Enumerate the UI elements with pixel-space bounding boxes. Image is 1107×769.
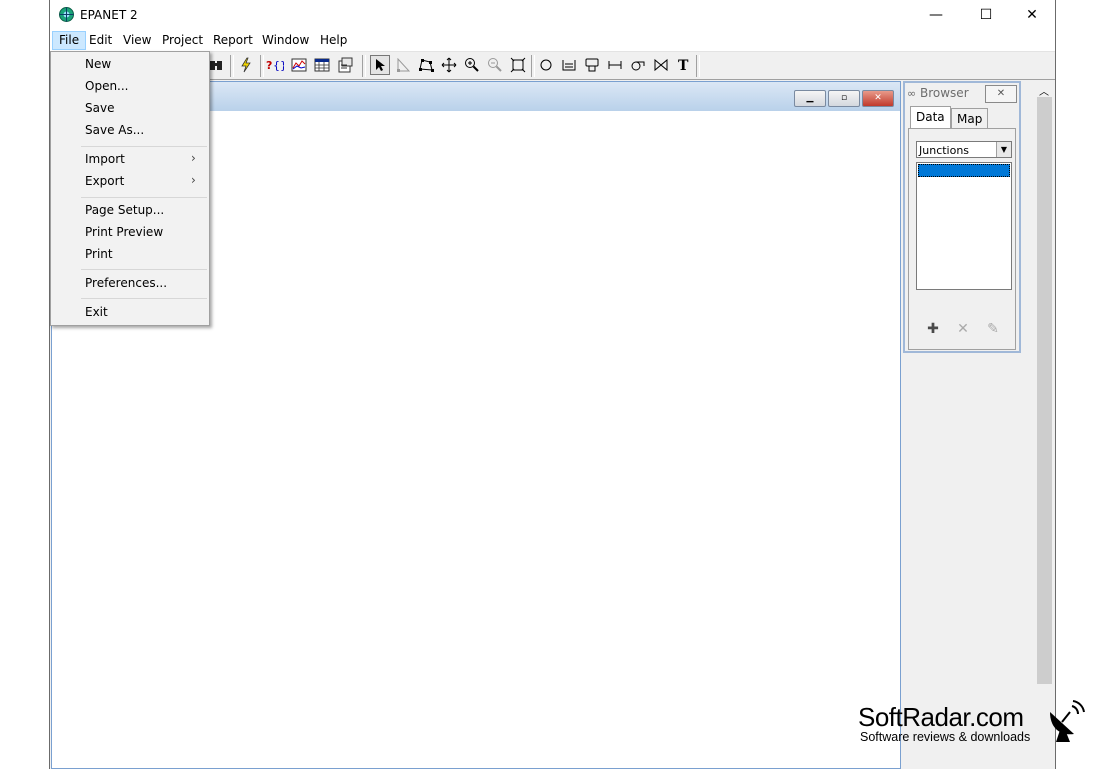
full-extent-icon[interactable] (508, 55, 528, 75)
scroll-up-icon[interactable]: ︿ (1039, 83, 1049, 98)
file-menu-dropdown: New Open... Save Save As... Import › Exp… (50, 51, 210, 326)
menu-item-print[interactable]: Print (85, 244, 113, 264)
menu-item-import[interactable]: Import (85, 149, 125, 169)
run-icon[interactable] (236, 55, 256, 75)
menu-item-page-setup[interactable]: Page Setup... (85, 200, 164, 220)
child-close-button[interactable]: ✕ (862, 90, 894, 107)
object-category-select[interactable]: Junctions ▼ (916, 141, 1012, 158)
menu-edit[interactable]: Edit (83, 32, 118, 49)
select-region-icon[interactable] (416, 55, 436, 75)
close-button[interactable]: ✕ (1009, 0, 1055, 30)
svg-text:?: ? (266, 59, 272, 72)
menu-item-new[interactable]: New (85, 54, 111, 74)
zoom-out-icon[interactable] (485, 55, 505, 75)
epanet-app-icon (59, 7, 74, 22)
minimize-button[interactable]: — (913, 0, 959, 30)
add-tank-icon[interactable] (582, 55, 602, 75)
submenu-arrow-icon: › (191, 151, 196, 165)
menu-window[interactable]: Window (256, 32, 315, 49)
add-object-icon[interactable]: ✚ (923, 319, 943, 339)
vertical-scrollbar[interactable]: ︿ (1035, 81, 1054, 769)
table-icon[interactable] (312, 55, 332, 75)
add-junction-icon[interactable] (536, 55, 556, 75)
zoom-in-icon[interactable] (462, 55, 482, 75)
menu-help[interactable]: Help (314, 32, 353, 49)
browser-close-button[interactable]: ✕ (985, 85, 1017, 103)
child-minimize-button[interactable]: ▁ (794, 90, 826, 107)
add-label-icon[interactable]: T (674, 55, 694, 75)
list-selection-row[interactable] (918, 164, 1010, 177)
softradar-watermark: SoftRadar.com Software reviews & downloa… (858, 700, 1098, 750)
browser-title: ∞ Browser (907, 86, 969, 100)
svg-text:{}: {} (273, 59, 284, 72)
watermark-name: SoftRadar.com (858, 702, 1024, 732)
options-icon[interactable] (335, 55, 355, 75)
menu-separator (81, 197, 207, 198)
menu-separator (81, 146, 207, 147)
add-valve-icon[interactable] (651, 55, 671, 75)
select-object-icon[interactable] (370, 55, 390, 75)
browser-panel: ∞ Browser ✕ Data Map Junctions ▼ ✚ ✕ ✎ (903, 81, 1021, 353)
scroll-thumb[interactable] (1037, 97, 1052, 684)
menu-item-print-preview[interactable]: Print Preview (85, 222, 163, 242)
app-title: EPANET 2 (80, 8, 138, 22)
delete-object-icon[interactable]: ✕ (953, 319, 973, 339)
pan-icon[interactable] (439, 55, 459, 75)
menu-item-open[interactable]: Open... (85, 76, 129, 96)
menu-project[interactable]: Project (156, 32, 209, 49)
watermark-tagline: Software reviews & downloads (860, 730, 1031, 744)
tab-data[interactable]: Data (910, 106, 951, 129)
menu-item-preferences[interactable]: Preferences... (85, 273, 167, 293)
tab-map[interactable]: Map (951, 108, 989, 129)
satellite-dish-icon (1050, 700, 1085, 742)
object-list[interactable] (916, 162, 1012, 290)
menu-file[interactable]: File (52, 31, 87, 50)
submenu-arrow-icon: › (191, 173, 196, 187)
menu-report[interactable]: Report (207, 32, 259, 49)
query-icon[interactable]: ?{} (265, 55, 285, 75)
edit-object-icon[interactable]: ✎ (983, 319, 1003, 339)
graph-icon[interactable] (289, 55, 309, 75)
menu-view[interactable]: View (117, 32, 157, 49)
menu-item-save-as[interactable]: Save As... (85, 120, 144, 140)
chevron-down-icon[interactable]: ▼ (996, 142, 1011, 157)
browser-glasses-icon: ∞ (907, 87, 917, 100)
svg-text:T: T (678, 58, 689, 73)
menu-separator (81, 298, 207, 299)
title-bar: EPANET 2 — ☐ ✕ (50, 0, 1055, 30)
add-reservoir-icon[interactable] (559, 55, 579, 75)
data-tab-page: Junctions ▼ ✚ ✕ ✎ (908, 128, 1016, 350)
menu-item-exit[interactable]: Exit (85, 302, 108, 322)
object-category-value: Junctions (919, 144, 970, 157)
add-pipe-icon[interactable] (605, 55, 625, 75)
menu-separator (81, 269, 207, 270)
menu-item-save[interactable]: Save (85, 98, 114, 118)
menu-item-export[interactable]: Export (85, 171, 124, 191)
menu-bar: File Edit View Project Report Window Hel… (50, 30, 1055, 52)
add-pump-icon[interactable] (628, 55, 648, 75)
maximize-button[interactable]: ☐ (963, 0, 1009, 30)
select-vertex-icon[interactable] (393, 55, 413, 75)
child-restore-button[interactable]: ▫ (828, 90, 860, 107)
